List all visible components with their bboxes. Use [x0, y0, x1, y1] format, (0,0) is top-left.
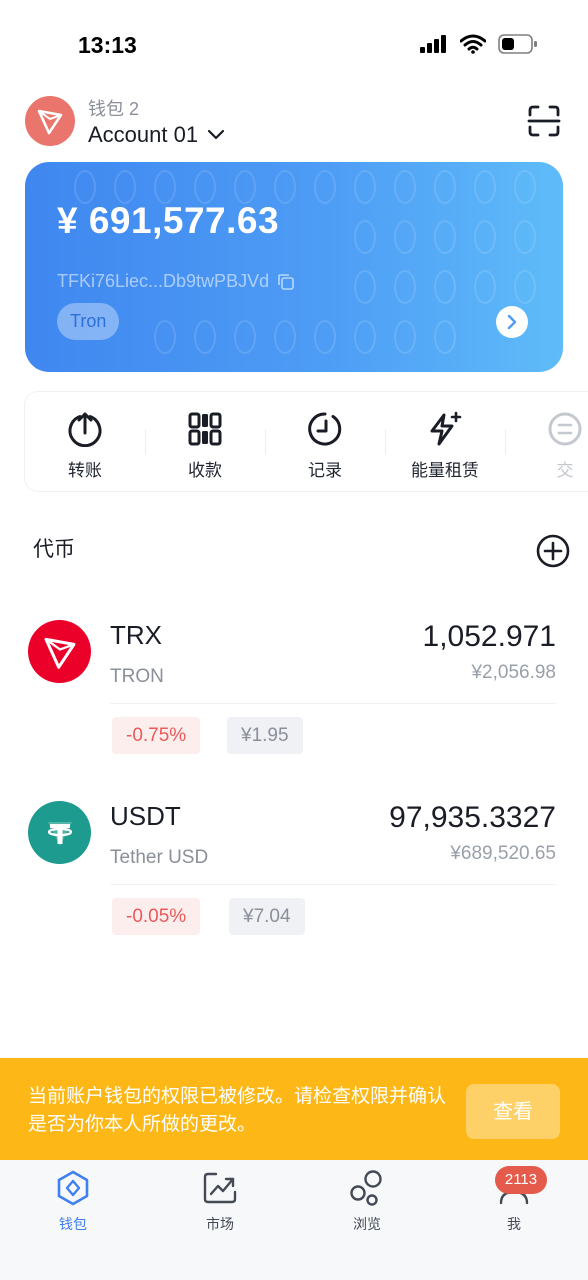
energy-rent-label: 能量租赁	[411, 461, 479, 481]
history-label: 记录	[308, 461, 342, 481]
card-detail-button[interactable]	[496, 306, 528, 338]
account-selector[interactable]: Account 01	[88, 122, 226, 148]
market-chart-icon	[200, 1168, 240, 1208]
receive-label: 收款	[188, 461, 222, 481]
chevron-right-icon	[507, 314, 517, 330]
token-amount: 97,935.3327	[389, 801, 556, 834]
chain-badge: Tron	[57, 303, 120, 340]
token-divider	[110, 703, 556, 704]
discover-icon	[347, 1168, 387, 1208]
exchange-button[interactable]: 交	[505, 392, 588, 491]
price-change-badge: -0.05%	[112, 898, 201, 935]
nav-discover[interactable]: 浏览	[317, 1168, 417, 1234]
account-name: Account 01	[88, 122, 199, 147]
status-time: 13:13	[78, 32, 137, 58]
token-name: TRON	[110, 666, 164, 687]
tron-avatar-icon	[37, 109, 63, 135]
token-fiat-value: ¥2,056.98	[471, 662, 556, 683]
signal-icon	[420, 35, 446, 53]
unit-price-badge: ¥1.95	[227, 717, 303, 754]
transfer-button[interactable]: 转账	[25, 392, 145, 491]
wallet-icon	[53, 1168, 93, 1208]
tokens-section-title: 代币	[33, 537, 75, 561]
history-button[interactable]: 记录	[265, 392, 385, 491]
copy-icon[interactable]	[277, 273, 295, 291]
status-bar: 13:13	[0, 0, 588, 92]
transfer-icon	[66, 410, 104, 448]
price-change-badge: -0.75%	[112, 717, 201, 754]
view-button[interactable]: 查看	[466, 1084, 560, 1139]
total-balance: ¥ 691,577.63	[57, 200, 280, 241]
token-amount: 1,052.971	[422, 620, 556, 653]
account-avatar[interactable]	[25, 96, 75, 146]
receive-button[interactable]: 收款	[145, 392, 265, 491]
battery-icon	[498, 34, 537, 54]
exchange-icon	[546, 410, 584, 448]
warning-message: 当前账户钱包的权限已被修改。请检查权限并确认是否为你本人所做的更改。	[28, 1085, 447, 1135]
unit-price-badge: ¥7.04	[229, 898, 305, 935]
status-icons	[420, 34, 538, 54]
nav-market-label: 市场	[206, 1217, 234, 1233]
wallet-label: 钱包 2	[88, 99, 140, 119]
nav-market[interactable]: 市场	[170, 1168, 270, 1234]
scan-icon[interactable]	[527, 104, 561, 138]
card-background-pattern	[74, 170, 536, 354]
energy-bolt-icon	[426, 410, 464, 448]
wifi-icon	[460, 34, 486, 54]
notification-badge: 2113	[495, 1166, 547, 1194]
token-fiat-value: ¥689,520.65	[450, 843, 556, 864]
token-row-usdt[interactable]: USDT Tether USD 97,935.3327 ¥689,520.65 …	[0, 781, 588, 951]
energy-rent-button[interactable]: 能量租赁	[385, 392, 505, 491]
transfer-label: 转账	[68, 461, 102, 481]
add-token-icon[interactable]	[535, 533, 571, 569]
nav-wallet-label: 钱包	[59, 1217, 87, 1233]
receive-qr-icon	[186, 410, 224, 448]
wallet-address[interactable]: TFKi76Liec...Db9twPBJVd	[57, 271, 295, 292]
token-symbol: USDT	[110, 801, 181, 831]
token-symbol: TRX	[110, 620, 162, 650]
nav-wallet[interactable]: 钱包	[23, 1168, 123, 1234]
balance-card[interactable]: ¥ 691,577.63 TFKi76Liec...Db9twPBJVd Tro…	[25, 162, 563, 372]
permission-warning-banner: 当前账户钱包的权限已被修改。请检查权限并确认是否为你本人所做的更改。 查看	[0, 1058, 588, 1160]
exchange-label: 交	[556, 461, 574, 481]
quick-actions: 转账 收款 记录 能量租赁 交	[24, 391, 588, 492]
chevron-down-icon	[207, 129, 225, 140]
nav-profile-label: 我	[507, 1217, 521, 1233]
token-divider	[110, 884, 556, 885]
token-name: Tether USD	[110, 847, 209, 868]
bottom-nav: 钱包 市场 浏览 我 2113	[0, 1160, 588, 1280]
nav-discover-label: 浏览	[353, 1217, 381, 1233]
address-text: TFKi76Liec...Db9twPBJVd	[57, 271, 270, 291]
history-clock-icon	[306, 410, 344, 448]
token-row-trx[interactable]: TRX TRON 1,052.971 ¥2,056.98 -0.75% ¥1.9…	[0, 600, 588, 770]
usdt-logo-icon	[28, 801, 91, 864]
trx-logo-icon	[28, 620, 91, 683]
